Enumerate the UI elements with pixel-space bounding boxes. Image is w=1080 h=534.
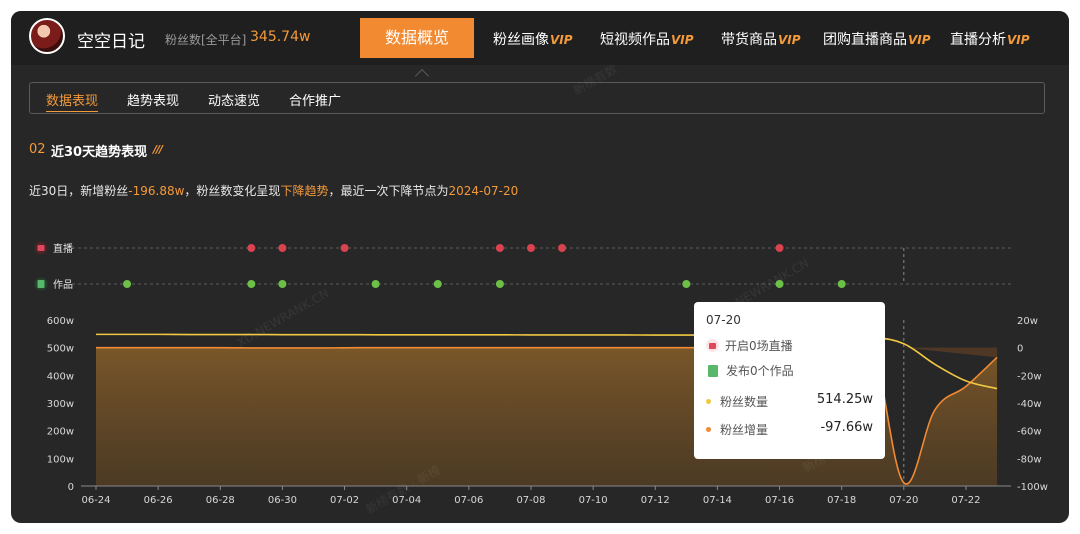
live-icon <box>706 339 719 352</box>
chart-tooltip: 07-20 开启0场直播 发布0个作品 粉丝数量 514.25w 粉丝增量 -9… <box>694 302 885 459</box>
live-icon <box>34 241 48 255</box>
tooltip-live-row: 开启0场直播 <box>706 337 793 354</box>
tooltip-growth-value: -97.66w <box>820 420 873 435</box>
y-left-tick-label: 0 <box>68 482 74 493</box>
app-window: 空空日记 粉丝数[全平台] 345.74w 数据概览 粉丝画像VIP 短视频作品… <box>11 11 1069 523</box>
works-event-dot <box>123 280 132 288</box>
works-event-dot <box>371 280 380 288</box>
series-dot <box>706 427 711 432</box>
x-axis-tick-label: 06-24 <box>81 495 110 506</box>
works-event-dot <box>278 280 287 288</box>
live-icon-shape <box>37 245 45 251</box>
y-right-tick-label: -80w <box>1017 454 1042 465</box>
document-icon <box>34 277 48 291</box>
tooltip-live-text: 开启0场直播 <box>725 339 793 353</box>
y-left-tick-label: 300w <box>47 399 74 410</box>
x-axis-tick-label: 06-26 <box>144 495 173 506</box>
y-right-tick-label: -60w <box>1017 427 1042 438</box>
x-axis-tick-label: 07-16 <box>765 495 794 506</box>
works-row-label: 作品 <box>53 279 73 291</box>
works-event-dot <box>433 280 442 288</box>
document-icon <box>708 365 718 377</box>
works-event-dot <box>247 280 256 288</box>
tooltip-date: 07-20 <box>706 313 741 327</box>
works-event-dot <box>495 280 504 288</box>
tooltip-works-text: 发布0个作品 <box>726 364 794 378</box>
live-event-dot <box>495 244 504 252</box>
y-right-tick-label: -40w <box>1017 399 1042 410</box>
series-dot <box>706 399 711 404</box>
y-left-tick-label: 500w <box>47 344 74 355</box>
trend-chart[interactable]: 直播作品 0 100w 200w 300w 400w 500w 600w -100w -80w -6… <box>11 11 1069 523</box>
live-event-dot <box>775 244 784 252</box>
y-left-tick-label: 100w <box>47 454 74 465</box>
x-axis-tick-label: 07-20 <box>889 495 918 506</box>
live-event-dot <box>278 244 287 252</box>
live-event-dot <box>340 244 349 252</box>
works-icon-shape <box>37 280 45 288</box>
live-row-label: 直播 <box>53 242 73 255</box>
live-event-dot <box>526 244 535 252</box>
y-left-tick-label: 200w <box>47 427 74 438</box>
live-event-dot <box>247 244 256 252</box>
y-right-tick-label: -100w <box>1017 482 1048 493</box>
x-axis-tick-label: 07-22 <box>951 495 980 506</box>
live-event-dot <box>558 244 567 252</box>
tooltip-series-name: 粉丝数量 <box>720 395 769 409</box>
tooltip-works-row: 发布0个作品 <box>706 362 794 379</box>
x-axis-tick-label: 07-14 <box>703 495 732 506</box>
y-left-tick-label: 600w <box>47 316 74 327</box>
x-axis-tick-label: 06-30 <box>268 495 297 506</box>
x-axis-tick-label: 07-12 <box>641 495 670 506</box>
x-axis-tick-label: 07-06 <box>454 495 483 506</box>
y-left-tick-label: 400w <box>47 371 74 382</box>
x-axis-tick-label: 07-18 <box>827 495 856 506</box>
y-right-tick-label: -20w <box>1017 371 1042 382</box>
tooltip-fans-value: 514.25w <box>816 392 873 407</box>
x-axis-tick-label: 07-10 <box>579 495 608 506</box>
works-event-dot <box>837 280 846 288</box>
x-axis-tick-label: 07-08 <box>516 495 545 506</box>
y-right-tick-label: 0 <box>1017 344 1023 355</box>
works-event-dot <box>682 280 691 288</box>
y-right-tick-label: 20w <box>1017 316 1038 327</box>
tooltip-series-name: 粉丝增量 <box>720 423 769 437</box>
x-axis-tick-label: 07-02 <box>330 495 359 506</box>
x-axis-tick-label: 06-28 <box>206 495 235 506</box>
